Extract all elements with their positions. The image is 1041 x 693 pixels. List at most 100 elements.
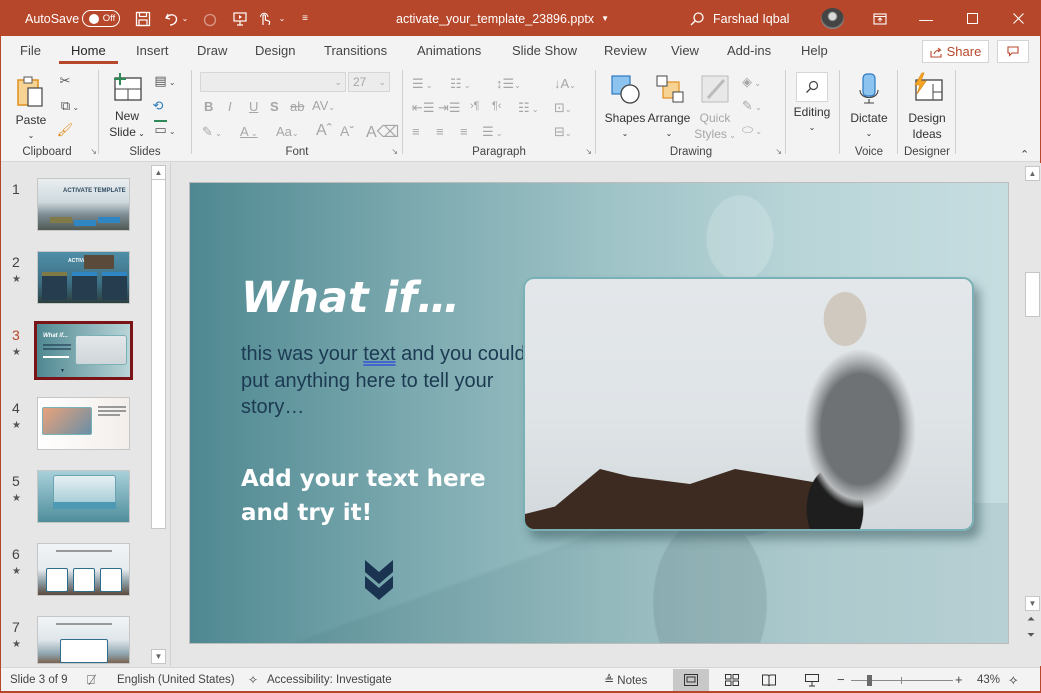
autosave-toggle[interactable]: Off: [82, 10, 120, 27]
redo-icon[interactable]: [199, 1, 221, 36]
shape-effects-icon[interactable]: ⬭ ⌄: [742, 122, 762, 138]
shape-fill-icon[interactable]: ◈ ⌄: [742, 74, 761, 90]
thumbnail-slide-1[interactable]: 1 ACTIVATE TEMPLATE: [1, 178, 151, 241]
normal-view-button[interactable]: [673, 669, 709, 691]
thumbnail-slide-3[interactable]: 3 ★ What if... ▼: [1, 321, 151, 387]
tab-draw[interactable]: Draw: [195, 36, 229, 64]
section-icon[interactable]: ▭ ⌄: [150, 120, 180, 138]
customize-qat-icon[interactable]: ≡: [299, 1, 311, 36]
astronaut-photo[interactable]: [523, 277, 974, 531]
user-avatar[interactable]: [821, 8, 844, 29]
zoom-in-button[interactable]: +: [955, 668, 963, 692]
fit-to-window-icon[interactable]: ⟡: [1009, 668, 1018, 692]
clipboard-launcher-icon[interactable]: ↘: [90, 147, 97, 156]
language-indicator[interactable]: English (United States): [117, 668, 235, 692]
layout-icon[interactable]: ▤ ⌄: [150, 73, 180, 89]
minimize-icon[interactable]: —: [903, 1, 949, 36]
spell-check-icon[interactable]: ⎕̸: [87, 668, 95, 692]
tab-help[interactable]: Help: [799, 36, 830, 64]
increase-font-size-icon[interactable]: Aˆ: [316, 122, 332, 140]
align-left-icon[interactable]: ≡: [412, 124, 420, 139]
slide-canvas[interactable]: What if… this was your text and you coul…: [189, 182, 1009, 644]
text-direction-icon[interactable]: ↓A⌄: [554, 76, 576, 91]
maximize-icon[interactable]: [949, 1, 995, 36]
comments-button[interactable]: [997, 40, 1029, 63]
shape-outline-icon[interactable]: ✎ ⌄: [742, 98, 762, 114]
tab-insert[interactable]: Insert: [134, 36, 171, 64]
scroll-down-icon[interactable]: ▼: [151, 649, 166, 664]
share-button[interactable]: Share: [922, 40, 989, 63]
columns-icon[interactable]: ☷ ⌄: [518, 100, 539, 116]
align-right-icon[interactable]: ≡: [460, 124, 468, 139]
tab-file[interactable]: File: [18, 36, 43, 64]
rtl-icon[interactable]: ¶‹: [492, 100, 502, 112]
tab-transitions[interactable]: Transitions: [322, 36, 389, 64]
align-text-icon[interactable]: ⊡⌄: [554, 100, 572, 116]
align-center-icon[interactable]: ≡: [436, 124, 444, 139]
line-spacing-icon[interactable]: ↕☰⌄: [496, 76, 521, 92]
previous-slide-icon[interactable]: ⏶: [1027, 614, 1035, 625]
touch-mode-icon[interactable]: [254, 1, 276, 36]
font-size-combobox[interactable]: 27 ⌄: [348, 72, 390, 92]
strikethrough-icon[interactable]: ab: [290, 99, 304, 114]
drawing-launcher-icon[interactable]: ↘: [775, 147, 782, 156]
close-icon[interactable]: [995, 1, 1041, 36]
tab-view[interactable]: View: [669, 36, 701, 64]
clear-formatting-icon[interactable]: A⌫: [366, 122, 399, 142]
font-launcher-icon[interactable]: ↘: [391, 147, 398, 156]
thumbnail-slide-4[interactable]: 4 ★: [1, 397, 151, 460]
highlight-icon[interactable]: ✎ ⌄: [202, 124, 222, 140]
bold-icon[interactable]: B: [204, 99, 213, 114]
slide-sorter-button[interactable]: [714, 669, 750, 691]
change-case-icon[interactable]: Aa⌄: [276, 124, 299, 139]
smartart-icon[interactable]: ⊟⌄: [554, 124, 572, 140]
scroll-up-icon[interactable]: ▲: [151, 165, 166, 180]
quick-styles-button[interactable]: Quick Styles ⌄: [694, 74, 736, 144]
font-color-icon[interactable]: A ⌄: [240, 124, 258, 139]
slide-vertical-scrollbar[interactable]: ▲ ▼ ⏶ ⏷: [1024, 163, 1041, 666]
present-from-start-icon[interactable]: [229, 1, 251, 36]
zoom-level[interactable]: 43%: [977, 668, 1000, 692]
paragraph-launcher-icon[interactable]: ↘: [585, 147, 592, 156]
decrease-indent-icon[interactable]: ⇤☰: [412, 100, 435, 116]
new-slide-button[interactable]: New Slide ⌄: [105, 72, 149, 142]
accessibility-status[interactable]: Accessibility: Investigate: [267, 668, 392, 692]
design-ideas-button[interactable]: Design Ideas: [902, 72, 952, 142]
search-icon[interactable]: [687, 1, 707, 36]
ltr-icon[interactable]: ›¶: [470, 100, 480, 112]
shadow-icon[interactable]: S: [270, 99, 279, 114]
undo-dropdown-icon[interactable]: ⌄: [180, 1, 190, 36]
thumbnails-scroll-thumb[interactable]: [151, 179, 166, 529]
tab-design[interactable]: Design: [253, 36, 297, 64]
shapes-button[interactable]: Shapes ⌄: [604, 74, 646, 142]
arrange-button[interactable]: Arrange ⌄: [646, 74, 692, 142]
accessibility-icon[interactable]: ✧: [248, 668, 258, 692]
user-name[interactable]: Farshad Iqbal: [713, 1, 789, 36]
touch-dropdown-icon[interactable]: ⌄: [277, 1, 287, 36]
tab-animations[interactable]: Animations: [415, 36, 483, 64]
scroll-up-icon[interactable]: ▲: [1025, 166, 1040, 181]
reading-view-button[interactable]: [751, 669, 787, 691]
slide-call-to-action[interactable]: Add your text here and try it!: [241, 462, 531, 530]
editing-button[interactable]: Editing ⌄: [789, 72, 835, 136]
tab-add-ins[interactable]: Add-ins: [725, 36, 773, 64]
cut-icon[interactable]: ✂: [57, 73, 73, 89]
scroll-down-icon[interactable]: ▼: [1025, 596, 1040, 611]
dictate-button[interactable]: Dictate ⌄: [845, 72, 893, 142]
thumbnails-scrollbar[interactable]: ▲ ▼: [151, 165, 166, 664]
reset-slide-icon[interactable]: ⟲: [150, 98, 166, 114]
slide-title[interactable]: What if…: [241, 273, 460, 323]
collapse-ribbon-icon[interactable]: ⌃: [1020, 148, 1029, 161]
justify-icon[interactable]: ☰ ⌄: [482, 124, 503, 140]
slide-show-button[interactable]: [794, 669, 830, 691]
copy-icon[interactable]: ⧉ ⌄: [55, 98, 85, 114]
tab-slide-show[interactable]: Slide Show: [510, 36, 579, 64]
increase-indent-icon[interactable]: ⇥☰: [438, 100, 461, 116]
font-name-combobox[interactable]: ⌄: [200, 72, 346, 92]
thumbnail-slide-2[interactable]: 2 ★ ACTIVATE: [1, 251, 151, 314]
notes-button[interactable]: ≜ Notes: [604, 668, 647, 692]
thumbnail-slide-6[interactable]: 6 ★: [1, 543, 151, 606]
slide-body-text[interactable]: this was your text and you could put any…: [241, 341, 531, 421]
underline-icon[interactable]: U: [249, 99, 258, 114]
next-slide-icon[interactable]: ⏷: [1027, 630, 1035, 641]
